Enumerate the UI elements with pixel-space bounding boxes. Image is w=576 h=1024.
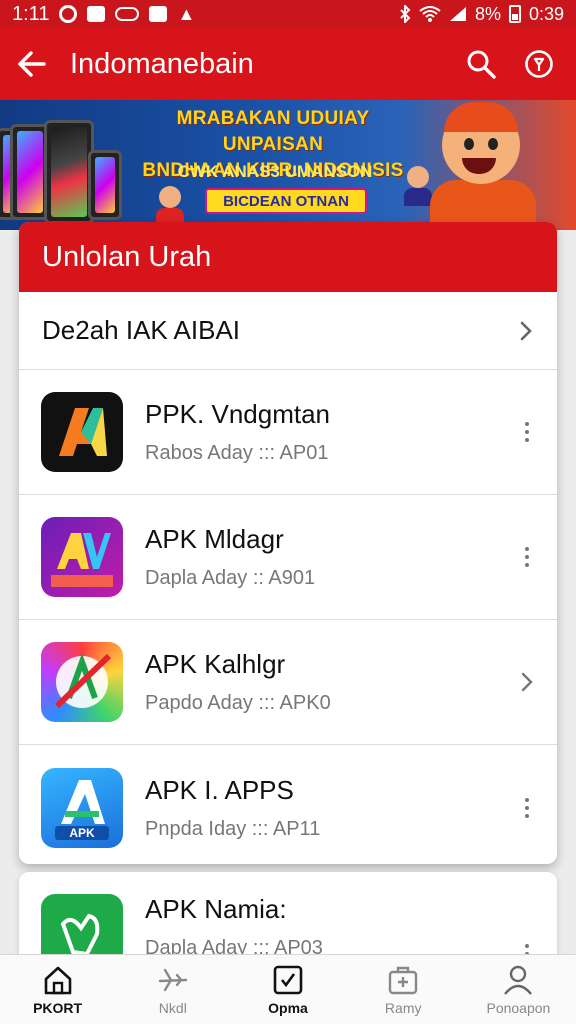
card-header: Unlolan Urah bbox=[19, 222, 557, 292]
app-subtitle: Rabos Aday ::: AP01 bbox=[145, 442, 329, 464]
banner-mascot bbox=[430, 102, 540, 230]
app-bar: Indomanebain bbox=[0, 28, 576, 100]
app-name: APK Kalhlgr bbox=[145, 649, 286, 679]
nav-label: Ramy bbox=[384, 999, 422, 1016]
nav-item-home[interactable]: PKORT bbox=[0, 955, 115, 1024]
apk-blue-icon: APK bbox=[41, 767, 123, 848]
chevron-right-icon bbox=[517, 321, 535, 340]
nav-item-briefcase[interactable]: Ramy bbox=[346, 955, 461, 1024]
status-time: 1:11 bbox=[12, 2, 50, 25]
search-icon bbox=[467, 50, 496, 79]
promo-banner[interactable]: MRABAKAN UDUIAY UNPAISAN BNDHAAN KIPR. N… bbox=[0, 100, 576, 230]
banner-headline-line: MRABAKAN UDUIAY UNPAISAN bbox=[176, 108, 370, 155]
app-subtitle: Dapla Aday :: A901 bbox=[145, 567, 316, 589]
app-name: APK Namia: bbox=[145, 894, 287, 924]
plane-icon bbox=[158, 968, 187, 991]
wifi-icon bbox=[419, 6, 441, 22]
more-vert-icon[interactable] bbox=[515, 537, 539, 577]
banner-device-image bbox=[88, 150, 122, 220]
app-list-item[interactable]: APK APK I. APPS Pnpda Iday ::: AP11 bbox=[19, 745, 557, 864]
svg-text:APK: APK bbox=[69, 826, 95, 840]
battery-icon bbox=[508, 5, 521, 23]
apk-purple-icon bbox=[41, 517, 123, 597]
app-list-item[interactable]: APK Namia: Dapla Aday ::: AP03 bbox=[19, 872, 557, 962]
nav-label: Opma bbox=[268, 999, 308, 1016]
briefcase-icon bbox=[389, 966, 418, 994]
bottom-navigation: PKORT Nkdl Opma Ramy Ponoapon bbox=[0, 954, 576, 1024]
see-all-label: De2ah IAK AIBAI bbox=[42, 315, 241, 345]
back-button[interactable] bbox=[0, 28, 64, 100]
badge-notification-icon bbox=[115, 7, 140, 21]
search-button[interactable] bbox=[452, 28, 510, 100]
person-icon bbox=[504, 965, 533, 995]
status-right: 8% 0:39 bbox=[399, 4, 564, 25]
app-list-item[interactable]: PPK. Vndgmtan Rabos Aday ::: AP01 bbox=[19, 370, 557, 495]
upload-notification-icon: ▲ bbox=[177, 3, 196, 24]
app-list-item[interactable]: APK Kalhlgr Papdo Aday ::: APK0 bbox=[19, 620, 557, 745]
banner-device-image bbox=[44, 120, 94, 224]
app-name: APK I. APPS bbox=[145, 774, 294, 805]
app-name: PPK. Vndgmtan bbox=[145, 399, 330, 429]
info-button[interactable] bbox=[510, 28, 568, 100]
home-icon bbox=[44, 966, 71, 994]
battery-percent: 8% bbox=[474, 3, 501, 24]
status-bar: 1:11 ▲ 8% 0:39 bbox=[0, 0, 576, 28]
arrow-left-icon bbox=[18, 51, 46, 77]
more-vert-icon[interactable] bbox=[515, 412, 539, 452]
nav-item-orders[interactable]: Opma bbox=[230, 955, 345, 1024]
more-vert-icon[interactable] bbox=[515, 788, 539, 828]
app-notification-icon bbox=[87, 6, 106, 22]
mail-notification-icon bbox=[149, 6, 168, 22]
app-list-card: Unlolan Urah De2ah IAK AIBAI PPK. Vndgmt… bbox=[19, 222, 557, 864]
apk-a-black-icon bbox=[41, 392, 123, 472]
bluetooth-icon bbox=[400, 5, 411, 23]
see-all-row[interactable]: De2ah IAK AIBAI bbox=[19, 292, 557, 370]
clock-notification-icon bbox=[59, 5, 78, 23]
app-subtitle: Pnpda Iday ::: AP11 bbox=[145, 817, 321, 840]
info-circle-icon bbox=[525, 50, 553, 78]
nav-label: Nkdl bbox=[158, 999, 187, 1016]
apk-rainbow-icon bbox=[41, 642, 123, 722]
notification-icons: ▲ bbox=[59, 4, 195, 25]
nav-label: PKORT bbox=[33, 999, 83, 1016]
nav-item-profile[interactable]: Ponoapon bbox=[461, 955, 576, 1024]
check-box-icon bbox=[273, 965, 303, 994]
chevron-right-icon[interactable] bbox=[515, 672, 539, 692]
app-list-item[interactable]: APK Mldagr Dapla Aday :: A901 bbox=[19, 495, 557, 620]
apk-green-icon bbox=[41, 894, 123, 962]
nav-item-flights[interactable]: Nkdl bbox=[115, 955, 230, 1024]
banner-subline: CWK ANAS3 UMANSON bbox=[177, 162, 373, 181]
status-clock: 0:39 bbox=[528, 3, 564, 24]
banner-cta-button[interactable]: BICDEAN OTNAN bbox=[205, 188, 367, 214]
page-title: Indomanebain bbox=[70, 47, 254, 80]
app-subtitle: Papdo Aday ::: APK0 bbox=[145, 692, 331, 714]
app-name: APK Mldagr bbox=[145, 524, 284, 554]
nav-label: Ponoapon bbox=[486, 999, 551, 1016]
banner-child-figure bbox=[156, 186, 184, 226]
signal-icon bbox=[449, 7, 466, 21]
